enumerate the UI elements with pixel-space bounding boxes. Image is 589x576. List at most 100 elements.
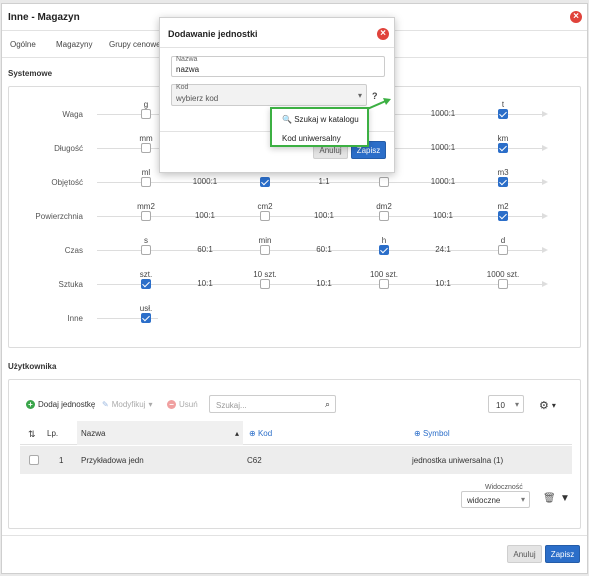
delete-unit-button[interactable]: − Usuń (167, 400, 198, 409)
ratio-label: 1000:1 (192, 177, 218, 186)
unit-checkbox[interactable] (260, 245, 270, 255)
unit-checkbox[interactable] (498, 177, 508, 187)
row-symbol: jednostka uniwersalna (1) (412, 456, 504, 465)
search-placeholder: Szukaj... (216, 401, 247, 410)
unit-label: s (144, 236, 148, 245)
ratio-label: 10:1 (435, 279, 451, 288)
search-icon: 🔍 (282, 115, 292, 124)
unit-label: m2 (497, 202, 509, 211)
edit-icon: ✎ (102, 400, 109, 409)
column-symbol-label: Symbol (422, 429, 450, 438)
column-name-header[interactable]: Nazwa ▴ (77, 421, 243, 445)
user-units-panel: + Dodaj jednostkę ✎ Modyfikuj ▾ − Usuń S… (8, 379, 581, 529)
code-dropdown-menu: 🔍 Szukaj w katalogu Kod uniwersalny (270, 107, 369, 147)
unit-label: 100 szt. (369, 270, 398, 279)
window-close-icon[interactable]: × (570, 11, 582, 23)
track-arrow-icon (542, 213, 548, 219)
tab-price-groups[interactable]: Grupy cenowe (109, 40, 161, 49)
delete-unit-label: Usuń (179, 400, 198, 409)
sort-asc-icon: ▴ (234, 429, 239, 438)
trash-icon[interactable]: 🗑 (543, 493, 556, 504)
tab-general[interactable]: Ogólne (10, 40, 36, 49)
unit-checkbox[interactable] (498, 109, 508, 119)
track-arrow-icon (542, 281, 548, 287)
column-code-label: Kod (257, 429, 273, 438)
filter-icon[interactable]: ▼ (560, 493, 570, 504)
column-name: Nazwa (81, 429, 106, 438)
page-size-select[interactable]: 10 ▾ (488, 395, 524, 413)
modify-unit-label: Modyfikuj (111, 400, 146, 409)
dropdown-item-search-catalog-label: Szukaj w katalogu (294, 115, 359, 124)
modify-unit-button[interactable]: ✎ Modyfikuj ▾ (102, 400, 153, 409)
settings-gear-icon[interactable]: ⚙ ▾ (539, 399, 556, 412)
unit-checkbox[interactable] (141, 109, 151, 119)
ratio-label: 1:1 (318, 177, 330, 186)
unit-checkbox[interactable] (498, 211, 508, 221)
track-arrow-icon (542, 247, 548, 253)
tab-warehouses[interactable]: Magazyny (56, 40, 92, 49)
unit-checkbox[interactable] (379, 279, 389, 289)
ratio-label: 1000:1 (430, 109, 456, 118)
unit-label: t (501, 100, 505, 109)
dropdown-item-universal-code[interactable]: Kod uniwersalny (282, 134, 341, 143)
search-input[interactable]: Szukaj... ⌕ (209, 395, 336, 413)
ratio-label: 24:1 (435, 245, 451, 254)
unit-checkbox[interactable] (141, 313, 151, 323)
unit-checkbox[interactable] (260, 279, 270, 289)
save-button[interactable]: Zapisz (545, 545, 580, 563)
unit-label: dm2 (376, 202, 392, 211)
column-code[interactable]: ⊕ Kod (249, 429, 272, 438)
table-row[interactable]: 1 Przykładowa jedn C62 jednostka uniwers… (20, 446, 572, 474)
unit-row-label: Długość (54, 144, 83, 153)
ratio-label: 10:1 (316, 279, 332, 288)
unit-checkbox[interactable] (379, 177, 389, 187)
dialog-close-icon[interactable]: × (377, 28, 389, 40)
ratio-label: 100:1 (194, 211, 216, 220)
row-checkbox[interactable] (29, 455, 39, 465)
visibility-select[interactable]: widoczne ▾ (461, 491, 530, 508)
unit-label: szt. (139, 270, 153, 279)
unit-checkbox[interactable] (141, 177, 151, 187)
dialog-title: Dodawanie jednostki (168, 29, 258, 39)
unit-checkbox[interactable] (498, 143, 508, 153)
visibility-label: Widoczność (485, 484, 523, 491)
unit-checkbox[interactable] (379, 211, 389, 221)
unit-checkbox[interactable] (141, 245, 151, 255)
unit-checkbox[interactable] (141, 143, 151, 153)
ratio-label: 100:1 (432, 211, 454, 220)
search-icon: ⌕ (324, 399, 330, 409)
name-field[interactable]: Nazwa nazwa (171, 56, 385, 77)
add-unit-button[interactable]: + Dodaj jednostkę (26, 400, 95, 409)
code-field-label: Kod (176, 84, 189, 91)
unit-label: 1000 szt. (486, 270, 520, 279)
cancel-button[interactable]: Anuluj (507, 545, 542, 563)
unit-checkbox[interactable] (498, 279, 508, 289)
code-select[interactable]: Kod wybierz kod ▾ (171, 84, 367, 106)
unit-label: min (258, 236, 272, 245)
unit-checkbox[interactable] (141, 279, 151, 289)
unit-label: mm2 (137, 202, 155, 211)
unit-row-label: Czas (64, 246, 83, 255)
row-lp: 1 (59, 456, 64, 465)
minus-icon: − (167, 400, 176, 409)
dropdown-item-search-catalog[interactable]: 🔍 Szukaj w katalogu (282, 115, 359, 124)
column-symbol[interactable]: ⊕ Symbol (414, 429, 450, 438)
plus-icon: + (26, 400, 35, 409)
unit-row-label: Inne (67, 314, 83, 323)
unit-row-label: Objętość (51, 178, 83, 187)
unit-checkbox[interactable] (260, 211, 270, 221)
unit-checkbox[interactable] (260, 177, 270, 187)
unit-checkbox[interactable] (141, 211, 151, 221)
user-units-title: Użytkownika (8, 362, 57, 371)
ratio-label: 100:1 (313, 211, 335, 220)
add-unit-dialog: Dodawanie jednostki × Nazwa nazwa Kod wy… (159, 17, 395, 173)
column-lp[interactable]: Lp. (47, 429, 58, 438)
unit-label: cm2 (257, 202, 273, 211)
unit-row-label: Sztuka (58, 280, 83, 289)
unit-label: 10 szt. (253, 270, 277, 279)
unit-checkbox[interactable] (379, 245, 389, 255)
sort-toggle-icon[interactable]: ⇅ (28, 429, 36, 440)
row-code: C62 (247, 456, 262, 465)
name-field-label: Nazwa (176, 56, 198, 63)
unit-checkbox[interactable] (498, 245, 508, 255)
